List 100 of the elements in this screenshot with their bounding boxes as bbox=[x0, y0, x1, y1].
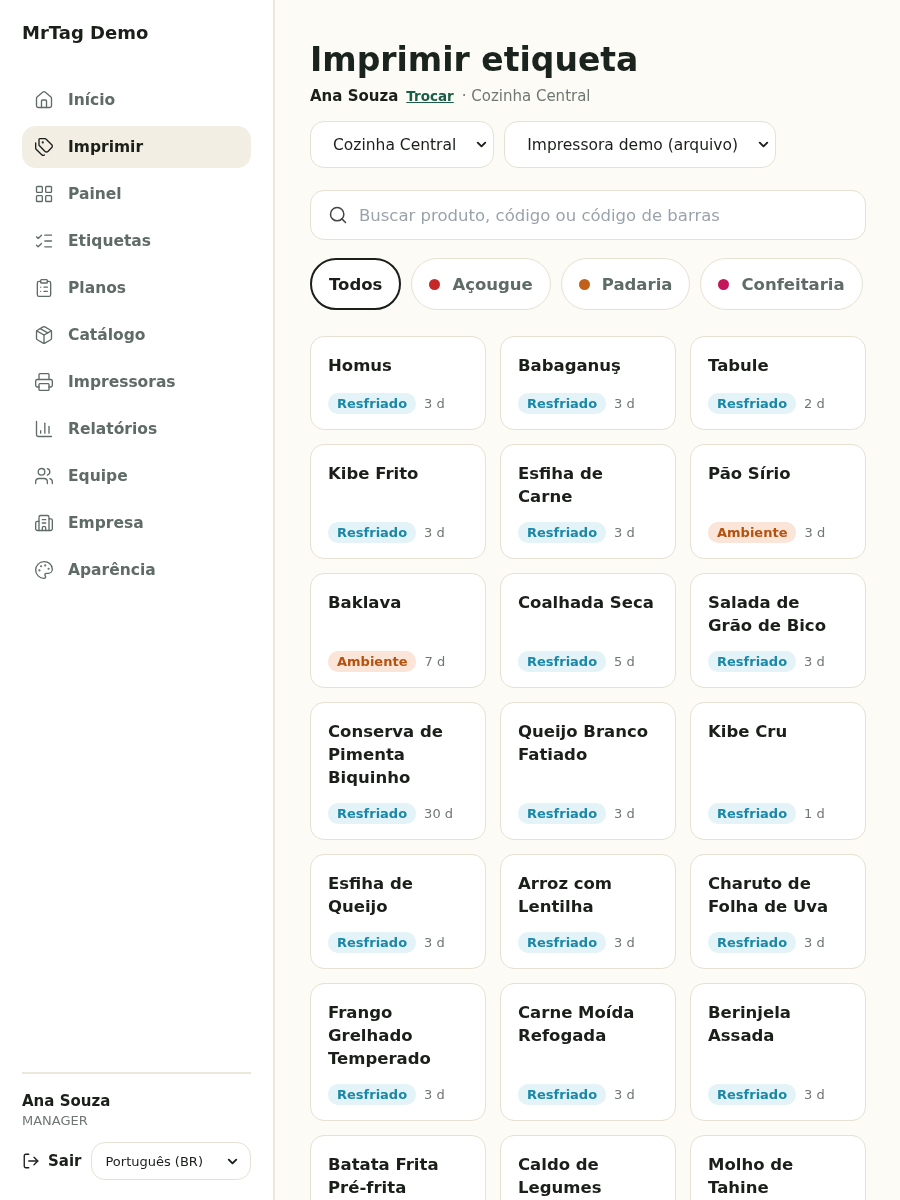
shelf-life: 30 d bbox=[424, 806, 454, 821]
users-icon bbox=[34, 466, 54, 486]
storage-badge: Resfriado bbox=[708, 932, 797, 953]
shelf-life: 3 d bbox=[424, 1087, 445, 1102]
shelf-life: 3 d bbox=[614, 525, 635, 540]
category-chip[interactable]: Todos bbox=[310, 258, 402, 310]
storage-badge: Resfriado bbox=[518, 1084, 607, 1105]
category-chip[interactable]: Padaria bbox=[560, 258, 691, 310]
storage-badge: Resfriado bbox=[518, 522, 607, 543]
building-icon bbox=[34, 513, 54, 533]
product-name: Esfiha de Carne bbox=[518, 463, 604, 508]
storage-badge: Resfriado bbox=[518, 651, 607, 672]
logout-button[interactable]: Sair bbox=[22, 1152, 82, 1170]
nav-item[interactable]: Empresa bbox=[22, 502, 251, 544]
product-card[interactable]: Frango Grelhado Temperado Resfriado 3 d bbox=[310, 983, 486, 1121]
shelf-life: 2 d bbox=[804, 396, 825, 411]
location-text: · Cozinha Central bbox=[461, 87, 591, 105]
category-chip[interactable]: Açougue bbox=[411, 258, 551, 310]
product-card[interactable]: Salada de Grão de Bico Resfriado 3 d bbox=[690, 573, 866, 688]
product-card[interactable]: Kibe Frito Resfriado 3 d bbox=[310, 444, 486, 559]
storage-badge: Ambiente bbox=[328, 651, 417, 672]
product-name: Carne Moída Refogada bbox=[518, 1002, 636, 1047]
storage-badge: Resfriado bbox=[328, 393, 417, 414]
product-card[interactable]: Homus Resfriado 3 d bbox=[310, 336, 486, 430]
checklist-icon bbox=[34, 231, 54, 251]
product-card[interactable]: Conserva de Pimenta Biquinho Resfriado 30 d bbox=[310, 702, 486, 840]
product-card[interactable]: Carne Moída Refogada Resfriado 3 d bbox=[500, 983, 676, 1121]
nav-item[interactable]: Catálogo bbox=[22, 314, 251, 356]
product-card[interactable]: Coalhada Seca Resfriado 5 d bbox=[500, 573, 676, 688]
operator-name: Ana Souza bbox=[310, 87, 399, 105]
product-name: Queijo Branco Fatiado bbox=[518, 721, 650, 766]
storage-badge: Ambiente bbox=[708, 522, 797, 543]
product-card[interactable]: Babaganuş Resfriado 3 d bbox=[500, 336, 676, 430]
page-title: Imprimir etiqueta bbox=[310, 40, 640, 79]
storage-badge: Resfriado bbox=[328, 932, 417, 953]
printer-icon bbox=[34, 372, 54, 392]
nav-item[interactable]: Equipe bbox=[22, 455, 251, 497]
nav-item[interactable]: Impressoras bbox=[22, 361, 251, 403]
nav-item[interactable]: Imprimir bbox=[22, 126, 251, 168]
product-name: Batata Frita Pré-frita bbox=[328, 1154, 440, 1199]
switch-link[interactable]: Trocar bbox=[406, 88, 454, 104]
product-card[interactable]: Tabule Resfriado 2 d bbox=[690, 336, 866, 430]
product-card[interactable]: Charuto de Folha de Uva Resfriado 3 d bbox=[690, 854, 866, 969]
product-card[interactable]: Pão Sírio Ambiente 3 d bbox=[690, 444, 866, 559]
product-name: Esfiha de Queijo bbox=[328, 873, 414, 918]
storage-badge: Resfriado bbox=[708, 803, 797, 824]
nav-item[interactable]: Etiquetas bbox=[22, 220, 251, 262]
product-name: Pão Sírio bbox=[708, 463, 792, 485]
product-name: Berinjela Assada bbox=[708, 1002, 792, 1047]
shelf-life: 5 d bbox=[614, 654, 635, 669]
nav-item[interactable]: Relatórios bbox=[22, 408, 251, 450]
nav-item[interactable]: Painel bbox=[22, 173, 251, 215]
product-card[interactable]: Molho de Tahine bbox=[690, 1135, 866, 1200]
product-card[interactable]: Esfiha de Queijo Resfriado 3 d bbox=[310, 854, 486, 969]
storage-badge: Resfriado bbox=[518, 803, 607, 824]
storage-badge: Resfriado bbox=[518, 393, 607, 414]
shelf-life: 3 d bbox=[804, 525, 826, 540]
storage-badge: Resfriado bbox=[518, 932, 607, 953]
category-chip[interactable]: Confeitaria bbox=[700, 258, 863, 310]
shelf-life: 3 d bbox=[804, 1087, 825, 1102]
nav-item[interactable]: Aparência bbox=[22, 549, 251, 591]
storage-badge: Resfriado bbox=[708, 651, 797, 672]
shelf-life: 3 d bbox=[614, 396, 635, 411]
language-select[interactable]: Português (BR) bbox=[91, 1142, 251, 1180]
product-card[interactable]: Baklava Ambiente 7 d bbox=[310, 573, 486, 688]
product-name: Arroz com Lentilha bbox=[518, 873, 614, 918]
product-card[interactable]: Berinjela Assada Resfriado 3 d bbox=[690, 983, 866, 1121]
product-card[interactable]: Arroz com Lentilha Resfriado 3 d bbox=[500, 854, 676, 969]
storage-badge: Resfriado bbox=[708, 393, 797, 414]
logout-icon bbox=[22, 1152, 40, 1170]
product-card[interactable]: Kibe Cru Resfriado 1 d bbox=[690, 702, 866, 840]
user-name: Ana Souza bbox=[22, 1092, 112, 1110]
user-role: MANAGER bbox=[22, 1113, 89, 1128]
product-name: Charuto de Folha de Uva bbox=[708, 873, 830, 918]
search-icon bbox=[328, 205, 348, 225]
shelf-life: 3 d bbox=[424, 525, 445, 540]
product-card[interactable]: Caldo de Legumes bbox=[500, 1135, 676, 1200]
shelf-life: 3 d bbox=[614, 1087, 635, 1102]
bar-chart-icon bbox=[34, 419, 54, 439]
palette-icon bbox=[34, 560, 54, 580]
box-icon bbox=[34, 325, 54, 345]
app-name: MrTag Demo bbox=[22, 22, 150, 43]
shelf-life: 3 d bbox=[804, 654, 825, 669]
shelf-life: 3 d bbox=[424, 396, 445, 411]
search-field[interactable]: Buscar produto, código ou código de barras bbox=[310, 190, 866, 240]
house-icon bbox=[34, 90, 54, 110]
storage-badge: Resfriado bbox=[328, 522, 417, 543]
product-name: Kibe Frito bbox=[328, 463, 420, 485]
product-name: Homus bbox=[328, 355, 393, 377]
product-card[interactable]: Batata Frita Pré-frita bbox=[310, 1135, 486, 1200]
dropdown-select[interactable]: Cozinha Central bbox=[310, 121, 495, 168]
product-name: Molho de Tahine bbox=[708, 1154, 795, 1199]
dropdown-select[interactable]: Impressora demo (arquivo) bbox=[504, 121, 776, 168]
product-card[interactable]: Esfiha de Carne Resfriado 3 d bbox=[500, 444, 676, 559]
nav-item[interactable]: Início bbox=[22, 79, 251, 121]
shelf-life: 3 d bbox=[614, 935, 635, 950]
nav-item[interactable]: Planos bbox=[22, 267, 251, 309]
product-card[interactable]: Queijo Branco Fatiado Resfriado 3 d bbox=[500, 702, 676, 840]
shelf-life: 1 d bbox=[804, 806, 825, 821]
grid-icon bbox=[34, 184, 54, 204]
